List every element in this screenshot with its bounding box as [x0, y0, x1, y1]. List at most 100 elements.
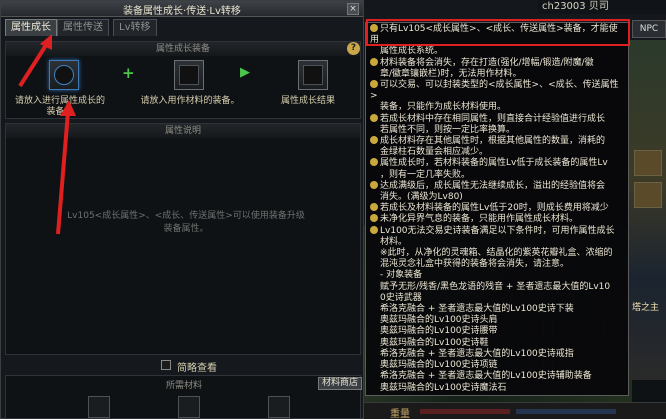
- tooltip-line: 成长材料存在其他属性时，根据其他属性的数量，消耗的: [370, 136, 624, 147]
- game-screen: ch23003 贝司 NPC 塔之主 重量 装备属性成长·传送·Lv转移 × 属…: [0, 0, 666, 419]
- tooltip-text: 希洛克融合 + 圣者遗志最大值的Lv100史诗戒指: [380, 348, 574, 359]
- tooltip-line: 奥兹玛融合的Lv100史诗魔法石: [370, 383, 624, 394]
- tooltip-text: ，则有一定几率失败。: [380, 169, 471, 180]
- help-icon[interactable]: ?: [347, 42, 360, 55]
- tooltip-line: 希洛克融合 + 圣者遗志最大值的Lv100史诗戒指: [370, 349, 624, 360]
- plus-icon: +: [122, 64, 135, 82]
- tooltip-text: 奥兹玛融合的Lv100史诗项链: [380, 360, 498, 371]
- tooltip-line: 若成长材料中存在相同属性，则直接合计经验值进行成长: [370, 113, 624, 125]
- side-icon[interactable]: [634, 150, 662, 176]
- slot-frame: [303, 65, 323, 85]
- side-text: 塔之主: [632, 303, 660, 313]
- npc-button[interactable]: NPC: [632, 20, 666, 38]
- attribute-description: Lv105<成长属性>、<成长、传送属性>可以使用装备升级装备属性。: [67, 211, 305, 234]
- material-slot[interactable]: [178, 396, 200, 418]
- tooltip-line: 章/徽章镶嵌栏)时，无法用作材料。: [370, 69, 624, 80]
- material-shop-button[interactable]: 材料商店: [318, 377, 362, 390]
- materials-header: 所需材料: [166, 381, 203, 391]
- tooltip-line: 希洛克融合 + 圣者遗志最大值的Lv100史诗下装: [370, 304, 624, 315]
- bullet-icon: [370, 136, 378, 145]
- tooltip-text: 奥兹玛融合的Lv100史诗头肩: [380, 315, 498, 326]
- tooltip-line: 装备，只能作为成长材料使用。: [370, 102, 624, 113]
- tooltip-line: 希洛克融合 + 圣者遗志最大值的Lv100史诗辅助装备: [370, 371, 624, 382]
- tooltip-line: 0史诗武器: [370, 293, 624, 304]
- tooltip-text: 若成长材料中存在相同属性，则直接合计经验值进行成长: [380, 113, 606, 124]
- tooltip-text: 奥兹玛融合的Lv100史诗鞋: [380, 337, 489, 348]
- tooltip-line: ，则有一定几率失败。: [370, 170, 624, 181]
- tooltip-text: 材料装备将会消失，存在打造(强化/增幅/锻造/附魔/徽: [380, 57, 594, 68]
- tooltip-text: 消失。(满级为Lv80): [380, 192, 463, 203]
- tooltip-text: 装备，只能作为成长材料使用。: [380, 102, 507, 113]
- material-slot[interactable]: [268, 396, 290, 418]
- tooltip-line: 材料装备将会消失，存在打造(强化/增幅/锻造/附魔/徽: [370, 57, 624, 69]
- title-bar[interactable]: 装备属性成长·传送·Lv转移 ×: [1, 1, 363, 17]
- side-panel: 塔之主: [628, 40, 666, 380]
- tooltip-line: 达成满级后，成长属性无法继续成长，溢出的经验值将会: [370, 180, 624, 192]
- quick-view-label: 简略查看: [177, 363, 217, 374]
- red-arrow: [56, 100, 76, 235]
- tooltip-line: 消失。(满级为Lv80): [370, 192, 624, 203]
- slot-frame: [179, 65, 199, 85]
- result-slot-label: 属性成长结果: [280, 96, 335, 106]
- tooltip-line: - 对象装备: [370, 270, 624, 281]
- tooltip-text: Lv100无法交易史诗装备满足以下条件时，可用作属性成长: [380, 225, 615, 236]
- tooltip-text: 成长材料存在其他属性时，根据其他属性的数量，消耗的: [380, 136, 606, 147]
- tooltip-text: 混沌灵念礼盒中获得的装备将会消失，请注意。: [380, 259, 570, 270]
- tooltip-line: Lv100无法交易史诗装备满足以下条件时，可用作属性成长: [370, 225, 624, 237]
- tooltip-text: 未净化异界气息的装备，只能用作属性成长材料。: [380, 214, 579, 225]
- tooltip-line: 属性成长时，若材料装备的属性Lv低于成长装备的属性Lv: [370, 158, 624, 169]
- tooltip-text: 可以交易、可以封装类型的<成长属性>、<成长、传送属性>: [370, 80, 619, 102]
- tooltip-line: 奥兹玛融合的Lv100史诗鞋: [370, 338, 624, 349]
- tooltip-line: ※此时，从净化的灵魂箱、结晶化的紫英花瓣礼盒、浓缩的: [370, 248, 624, 259]
- bullet-icon: [370, 80, 378, 89]
- tooltip-line: 混沌灵念礼盒中获得的装备将会消失，请注意。: [370, 259, 624, 270]
- window-title: 装备属性成长·传送·Lv转移: [123, 6, 241, 17]
- tooltip-text: 希洛克融合 + 圣者遗志最大值的Lv100史诗辅助装备: [380, 371, 592, 382]
- tooltip-line: 赋予无形/残香/黑色龙语的残音 + 圣者遗志最大值的Lv10: [370, 282, 624, 293]
- tooltip-line: 金绿柱石数量会相应减少。: [370, 147, 624, 158]
- material-slot[interactable]: [88, 396, 110, 418]
- tooltip-line: 可以交易、可以封装类型的<成长属性>、<成长、传送属性>: [370, 80, 624, 102]
- tooltip-text: 奥兹玛融合的Lv100史诗魔法石: [380, 382, 507, 393]
- tooltip-line: 材料。: [370, 237, 624, 248]
- tooltip-text: 属性成长时，若材料装备的属性Lv低于成长装备的属性Lv: [380, 158, 608, 169]
- tooltip-text: 章/徽章镶嵌栏)时，无法用作材料。: [380, 68, 522, 79]
- materials-section: 所需材料 材料商店: [5, 375, 362, 419]
- arrow-right-icon: ▶: [240, 65, 250, 80]
- bullet-icon: [370, 158, 378, 167]
- tooltip-line: 若成长及材料装备的属性Lv低于20时，则成长费用将减少: [370, 203, 624, 214]
- tooltip-text: 属性成长系统。: [380, 46, 444, 57]
- tab-lv-transfer[interactable]: Lv转移: [113, 19, 157, 36]
- bullet-icon: [370, 203, 378, 212]
- tooltip-text: ※此时，从净化的灵魂箱、结晶化的紫英花瓣礼盒、浓缩的: [380, 248, 613, 259]
- tooltip-line: 奥兹玛融合的Lv100史诗腰带: [370, 326, 624, 337]
- bullet-icon: [370, 214, 378, 223]
- tooltip-text: 材料。: [380, 236, 408, 247]
- bullet-icon: [370, 180, 378, 189]
- quick-view-checkbox[interactable]: [161, 360, 171, 370]
- bullet-icon: [370, 225, 378, 234]
- tooltip-text: 0史诗武器: [380, 292, 422, 303]
- tooltip-line: 若属性不同，则按一定比率换算。: [370, 125, 624, 136]
- tooltip-text: 赋予无形/残香/黑色龙语的残音 + 圣者遗志最大值的Lv10: [380, 281, 611, 292]
- tooltip-line: 奥兹玛融合的Lv100史诗头肩: [370, 315, 624, 326]
- material-slot-label: 请放入用作材料的装备。: [140, 96, 240, 106]
- tooltip-text: - 对象装备: [380, 270, 423, 281]
- tooltip-text: 达成满级后，成长属性无法继续成长，溢出的经验值将会: [380, 180, 606, 191]
- tooltip-text: 若成长及材料装备的属性Lv低于20时，则成长费用将减少: [380, 203, 609, 214]
- status-bar: 重量: [364, 402, 666, 419]
- weight-label: 重量: [390, 409, 410, 419]
- player-name: ch23003 贝司: [538, 0, 666, 14]
- tooltip-text: 希洛克融合 + 圣者遗志最大值的Lv100史诗下装: [380, 304, 574, 315]
- tooltip-text: 若属性不同，则按一定比率换算。: [380, 124, 516, 135]
- close-button[interactable]: ×: [347, 3, 359, 15]
- tooltip-line: 属性成长系统。: [370, 46, 624, 57]
- tooltip-text: 奥兹玛融合的Lv100史诗腰带: [380, 326, 498, 337]
- material-equipment-slot[interactable]: [174, 60, 204, 90]
- tooltip-text: 金绿柱石数量会相应减少。: [380, 147, 489, 158]
- tooltip-line: 未净化异界气息的装备，只能用作属性成长材料。: [370, 214, 624, 225]
- bullet-icon: [370, 57, 378, 66]
- side-icon[interactable]: [634, 182, 662, 208]
- highlight-box: [366, 19, 630, 46]
- red-arrow: [18, 34, 52, 88]
